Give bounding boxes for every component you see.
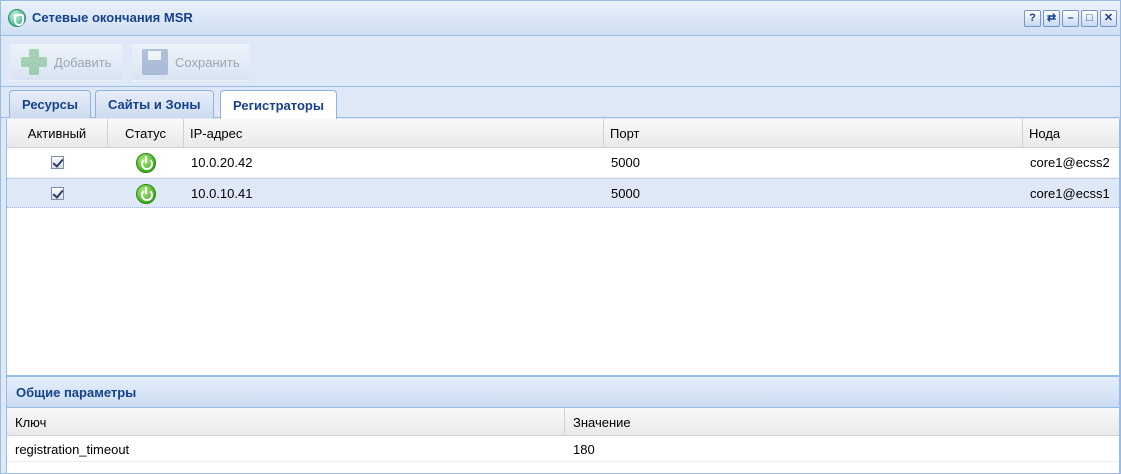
- close-icon[interactable]: ✕: [1100, 10, 1117, 27]
- column-header-key[interactable]: Ключ: [7, 408, 565, 436]
- active-cell: [7, 148, 108, 177]
- checkbox-checked-icon[interactable]: [51, 187, 64, 200]
- general-params-panel: Общие параметры Ключ Значение registrati…: [6, 376, 1120, 473]
- column-header-value[interactable]: Значение: [565, 408, 1119, 436]
- msr-window: Сетевые окончания MSR ? ⇄ – □ ✕ Добавить…: [0, 0, 1121, 474]
- checkbox-checked-icon[interactable]: [51, 156, 64, 169]
- app-icon: [8, 9, 26, 27]
- column-header-node[interactable]: Нода: [1023, 119, 1119, 148]
- params-panel-header[interactable]: Общие параметры: [7, 376, 1119, 408]
- tab-registrars[interactable]: Регистраторы: [220, 90, 337, 119]
- window-title: Сетевые окончания MSR: [32, 10, 193, 25]
- column-header-ip[interactable]: IP-адрес: [184, 119, 604, 148]
- param-value: 180: [573, 441, 595, 457]
- help-icon[interactable]: ?: [1024, 10, 1041, 27]
- registrars-grid: Активный Статус IP-адрес Порт Нода 10.0.…: [6, 119, 1120, 376]
- save-button[interactable]: Сохранить: [132, 43, 249, 81]
- port-cell: 5000: [611, 186, 640, 201]
- title-bar[interactable]: Сетевые окончания MSR ? ⇄ – □ ✕: [1, 1, 1120, 36]
- power-on-icon: [136, 183, 156, 204]
- active-cell: [7, 179, 108, 208]
- column-header-port[interactable]: Порт: [604, 119, 1023, 148]
- tab-sites-zones[interactable]: Сайты и Зоны: [95, 90, 214, 118]
- window-tools: ? ⇄ – □ ✕: [1024, 10, 1117, 27]
- tab-resources[interactable]: Ресурсы: [9, 90, 91, 118]
- power-on-icon: [136, 152, 156, 173]
- status-cell: [108, 148, 184, 177]
- ip-cell: 10.0.20.42: [191, 155, 253, 170]
- table-row[interactable]: 10.0.20.42 5000 core1@ecss2: [7, 148, 1119, 178]
- refresh-icon[interactable]: ⇄: [1043, 10, 1060, 27]
- table-row[interactable]: registration_timeout 180: [7, 436, 1119, 462]
- params-grid-header: Ключ Значение: [7, 408, 1119, 436]
- plus-icon: [18, 46, 50, 78]
- param-key: registration_timeout: [15, 441, 130, 457]
- tab-strip: Ресурсы Сайты и Зоны Регистраторы: [1, 88, 1120, 119]
- params-title: Общие параметры: [16, 385, 137, 400]
- ip-cell: 10.0.10.41: [191, 186, 253, 201]
- add-button[interactable]: Добавить: [11, 43, 122, 81]
- save-button-label: Сохранить: [175, 54, 240, 70]
- grid-header: Активный Статус IP-адрес Порт Нода: [7, 119, 1119, 148]
- toolbar: Добавить Сохранить: [1, 37, 1120, 87]
- add-button-label: Добавить: [54, 54, 112, 70]
- maximize-icon[interactable]: □: [1081, 10, 1098, 27]
- port-cell: 5000: [611, 155, 640, 170]
- column-header-active[interactable]: Активный: [7, 119, 108, 148]
- node-cell: core1@ecss2: [1030, 155, 1110, 170]
- column-header-status[interactable]: Статус: [108, 119, 184, 148]
- minimize-icon[interactable]: –: [1062, 10, 1079, 27]
- node-cell: core1@ecss1: [1030, 186, 1110, 201]
- floppy-icon: [139, 46, 171, 78]
- table-row-selected[interactable]: 10.0.10.41 5000 core1@ecss1: [7, 178, 1119, 208]
- status-cell: [108, 179, 184, 208]
